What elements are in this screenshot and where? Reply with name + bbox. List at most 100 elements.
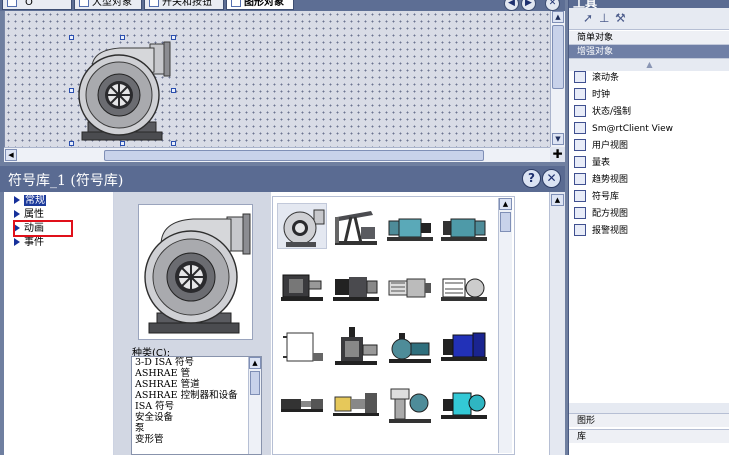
tool-item-alarm-view[interactable]: 报警视图 [574, 223, 628, 240]
category-listbox[interactable]: 3-D ISA 符号 ASHRAE 管 ASHRAE 管道 ASHRAE 控制器… [131, 356, 262, 455]
help-button[interactable]: ? [522, 169, 541, 188]
category-item[interactable]: 安全设备 [132, 412, 261, 423]
properties-close-button[interactable]: ✕ [542, 169, 561, 188]
symbol-thumb-pump-3[interactable] [439, 263, 489, 309]
tab-graphic-objects[interactable]: 图形对象 [226, 0, 294, 10]
alarm-view-icon [574, 224, 586, 236]
symbol-thumb-cyan-pump[interactable] [439, 381, 489, 427]
symbol-thumb-compressor[interactable] [331, 381, 381, 427]
symbol-thumb-fan[interactable] [277, 203, 327, 249]
tool-item-symbol-library[interactable]: 符号库 [574, 189, 619, 206]
tool-item-recipe-view[interactable]: 配方视图 [574, 206, 628, 223]
scroll-thumb[interactable] [552, 25, 564, 89]
listbox-scrollbar[interactable]: ▲ [248, 357, 261, 454]
symbol-thumb-pump-motor[interactable] [385, 203, 435, 249]
tab-label: ˆO [20, 0, 33, 8]
scroll-up-button[interactable]: ▲ [499, 198, 512, 210]
tool-item-label: 滚动条 [592, 73, 620, 83]
tool-item-scrollbar[interactable]: 滚动条 [574, 70, 619, 87]
scroll-thumb[interactable] [104, 150, 484, 161]
category-item[interactable]: 泵 [132, 423, 261, 434]
symbol-thumb-centrifugal-pump[interactable] [385, 323, 435, 369]
nav-back-button[interactable]: ◀ [504, 0, 519, 11]
tools-header: 工具 [569, 0, 729, 8]
zoom-corner-button[interactable]: ✚ [550, 147, 565, 162]
editor-close-button[interactable]: ✕ [545, 0, 560, 11]
symbol-thumb-motor[interactable] [277, 263, 327, 309]
category-item[interactable]: 3-D ISA 符号 [132, 357, 261, 368]
tool-item-clock[interactable]: 时钟 [574, 87, 610, 104]
category-item[interactable]: ASHRAE 管道 [132, 379, 261, 390]
screen-canvas[interactable] [4, 11, 550, 147]
selection-handle[interactable] [120, 35, 125, 40]
collapse-down-area[interactable] [569, 403, 729, 413]
pointer-icon[interactable]: ➚ [583, 11, 593, 25]
tab-switches-buttons[interactable]: 开关和按钮 [144, 0, 224, 10]
symbol-thumb-motor-2[interactable] [331, 263, 381, 309]
fan-object[interactable] [69, 35, 176, 146]
tool-item-user-view[interactable]: 用户视图 [574, 138, 628, 155]
tree-item-label: 事件 [24, 237, 44, 248]
symbol-thumb-gear-pump[interactable] [385, 263, 435, 309]
tools-icon-row: ➚ ⊥ ⚒ [569, 8, 729, 30]
scroll-up-button[interactable]: ▲ [249, 357, 261, 369]
canvas-vertical-scrollbar[interactable]: ▲ ▼ [550, 11, 565, 147]
scroll-thumb[interactable] [250, 371, 260, 395]
clock-icon [574, 88, 586, 100]
scroll-down-button[interactable]: ▼ [552, 133, 564, 145]
category-item[interactable]: ASHRAE 控制器和设备 [132, 390, 261, 401]
blue-pump-icon [441, 332, 487, 361]
tool-item-trend-view[interactable]: 趋势视图 [574, 172, 628, 189]
trend-view-icon [574, 173, 586, 185]
tool-item-status-force[interactable]: 状态/强制 [574, 104, 631, 121]
symbol-thumb-shaft-pump[interactable] [277, 381, 327, 427]
scroll-up-button[interactable]: ▲ [552, 11, 564, 23]
symbol-thumb-blue-pump[interactable] [439, 323, 489, 369]
align-icon[interactable]: ⊥ [599, 11, 609, 25]
symbol-thumb-pumpjack[interactable] [331, 203, 381, 249]
symbol-thumb-tank[interactable] [277, 323, 327, 369]
symbol-thumb-pump-4[interactable] [331, 323, 381, 369]
selection-handle[interactable] [171, 88, 176, 93]
nav-forward-button[interactable]: ▶ [521, 0, 536, 11]
category-item[interactable]: 变形管 [132, 434, 261, 445]
selection-handle[interactable] [171, 35, 176, 40]
tab-common[interactable]: ˆO [2, 0, 72, 10]
canvas-horizontal-scrollbar[interactable]: ◀ [4, 147, 550, 162]
scroll-left-button[interactable]: ◀ [5, 149, 17, 161]
tab-icon [149, 0, 159, 7]
category-item[interactable]: ISA 符号 [132, 401, 261, 412]
tool-item-label: 用户视图 [592, 141, 629, 151]
wrench-icon[interactable]: ⚒ [615, 11, 626, 25]
tool-item-label: 趋势视图 [592, 175, 629, 185]
symbol-preview [138, 204, 253, 340]
tools-tab-library[interactable]: 库 [569, 429, 729, 443]
pump-motor-icon [441, 218, 487, 241]
selection-handle[interactable] [69, 141, 74, 146]
selection-handle[interactable] [69, 88, 74, 93]
tab-large-objects[interactable]: 大型对象 [74, 0, 142, 10]
gallery-scrollbar[interactable]: ▲ [498, 198, 512, 453]
symbol-thumb-vertical-pump[interactable] [385, 381, 435, 427]
selection-handle[interactable] [69, 35, 74, 40]
tool-item-gauge[interactable]: 量表 [574, 155, 610, 172]
tool-item-smartclient[interactable]: Sm@rtClient View [574, 121, 673, 138]
scroll-up-button[interactable]: ▲ [551, 194, 564, 206]
properties-scrollbar[interactable]: ▲ [549, 192, 565, 455]
category-item[interactable]: ASHRAE 管 [132, 368, 261, 379]
tree-item-events[interactable]: 事件 [14, 236, 44, 249]
scroll-thumb[interactable] [500, 212, 511, 232]
close-icon: ✕ [546, 171, 557, 185]
shaft-pump-icon [281, 399, 323, 412]
tree-item-label: 常规 [24, 195, 46, 206]
tools-tab-enhanced-objects[interactable]: 增强对象 [569, 45, 729, 59]
symbol-thumb-pump-motor-2[interactable] [439, 203, 489, 249]
tree-item-general[interactable]: 常规 [14, 194, 46, 207]
tools-tab-simple-objects[interactable]: 简单对象 [569, 31, 729, 45]
selection-handle[interactable] [171, 141, 176, 146]
tool-item-label: 状态/强制 [592, 107, 632, 117]
compressor-icon [333, 393, 379, 416]
nav-forward-icon: ▶ [525, 0, 532, 8]
selection-handle[interactable] [120, 141, 125, 146]
tools-tab-graphics[interactable]: 图形 [569, 413, 729, 427]
